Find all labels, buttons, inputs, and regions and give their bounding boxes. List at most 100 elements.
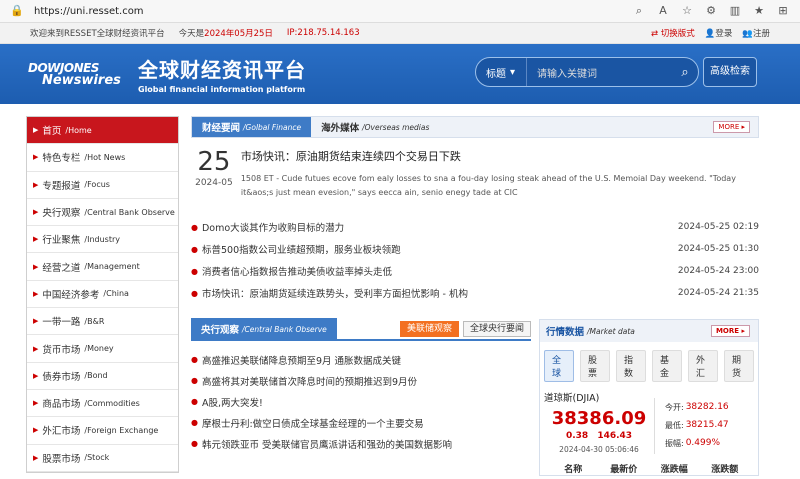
market-header: 行情数据/Market data MORE ▸ <box>540 320 758 342</box>
extensions-icon[interactable]: ⚙ <box>704 4 718 18</box>
register-link[interactable]: 👥注册 <box>742 27 770 39</box>
bullet-icon: ● <box>191 376 198 385</box>
chevron-down-icon: ▾ <box>510 66 516 78</box>
low-price: 最低: 38215.47 <box>665 420 729 430</box>
arrow-icon: ▶ <box>33 426 39 435</box>
sidebar-item-focus[interactable]: ▶ 专题报道/Focus <box>27 172 178 199</box>
advanced-search-button[interactable]: 高级检索 <box>703 57 757 87</box>
tab-overseas-media[interactable]: 海外媒体/Overseas medias <box>311 117 439 137</box>
sidebar-item-hot-news[interactable]: ▶ 特色专栏/Hot News <box>27 144 178 172</box>
sidebar-item-money[interactable]: ▶ 货币市场/Money <box>27 335 178 363</box>
favorites-bar-icon[interactable]: ★ <box>752 4 766 18</box>
arrow-icon: ▶ <box>33 208 39 217</box>
register-icon: 👥 <box>742 29 753 39</box>
split-screen-icon[interactable]: ▥ <box>728 4 742 18</box>
lock-icon[interactable]: 🔒 <box>10 4 24 18</box>
search-icon[interactable]: ⌕ <box>672 65 698 80</box>
arrow-icon: ▶ <box>33 371 39 380</box>
browser-bar: 🔒 https://uni.resset.com ⌕ A ☆ ⚙ ▥ ★ ⊞ <box>0 0 800 23</box>
list-item[interactable]: ● 市场快讯：原油期货延续连跌势头，受利率方面担忧影响 - 机构 2024-05-2… <box>191 282 759 304</box>
central-bank-panel: 央行观察/Central Bank Observe 美联储观察 全球央行要闻 ●… <box>191 318 531 454</box>
tab-central-bank[interactable]: 央行观察/Central Bank Observe <box>191 318 337 340</box>
arrow-icon: ▶ <box>33 262 39 271</box>
list-item[interactable]: ● 高盛推迟美联储降息预期至9月 通胀数据成关键 <box>191 349 531 370</box>
bullet-icon: ● <box>191 397 198 406</box>
list-item[interactable]: ● 高盛将其对美联储首次降息时间的预期推迟到9月份 <box>191 370 531 391</box>
list-item[interactable]: ● A股,两大突发! <box>191 391 531 412</box>
index-value: 38386.09 <box>551 408 647 429</box>
bullet-icon: ● <box>191 355 198 364</box>
sidebar-item-home[interactable]: ▶ 首页/Home <box>27 117 178 145</box>
sidebar-item-management[interactable]: ▶ 经营之道/Management <box>27 253 178 281</box>
bullet-icon: ● <box>191 244 198 254</box>
list-item[interactable]: ● Domo大谈其作为收购目标的潜力 2024-05-25 02:19 <box>191 216 759 238</box>
bullet-icon: ● <box>191 222 198 232</box>
login-link[interactable]: 👤登录 <box>705 27 733 39</box>
featured-article: 25 2024-05 市场快讯：原油期货结束连续四个交易日下跌 1508 ET … <box>191 148 759 200</box>
featured-date: 25 2024-05 <box>195 147 233 188</box>
featured-title[interactable]: 市场快讯：原油期货结束连续四个交易日下跌 <box>241 148 759 164</box>
sidebar-item-industry[interactable]: ▶ 行业聚焦/Industry <box>27 226 178 254</box>
user-icon: 👤 <box>704 29 716 39</box>
top-info-bar: 欢迎来到RESSET全球财经资讯平台 今天是2024年05月25日 IP:218… <box>0 23 800 44</box>
favorite-icon[interactable]: ☆ <box>680 4 694 18</box>
tab-stocks[interactable]: 股票 <box>580 350 610 382</box>
index-timestamp: 2024-04-30 05:06:46 <box>559 445 639 454</box>
tab-forex[interactable]: 外汇 <box>688 350 718 382</box>
list-item[interactable]: ● 消费者信心指数报告推动美债收益率掉头走低 2024-05-24 23:00 <box>191 260 759 282</box>
more-button[interactable]: MORE ▸ <box>710 325 750 337</box>
market-tabs: 全球 股票 指数 基金 外汇 期货 <box>540 342 758 382</box>
bullet-icon: ● <box>191 418 198 427</box>
dowjones-logo[interactable]: DOWJONES Newswires <box>28 62 132 87</box>
arrow-icon: ▶ <box>33 399 39 408</box>
sidebar-item-china[interactable]: ▶ 中国经济参考/China <box>27 281 178 309</box>
bullet-icon: ● <box>191 288 198 298</box>
search-input[interactable]: 请输入关键词 <box>526 58 672 86</box>
ip-text: IP:218.75.14.163 <box>286 28 360 38</box>
index-change: 0.38 146.43 <box>565 431 633 441</box>
amplitude: 振幅: 0.499% <box>665 438 721 448</box>
market-table-header: 名称 最新价 涨跌幅 涨跌额 <box>564 465 739 475</box>
list-item[interactable]: ● 韩元领跌亚币 受美联储官员鹰派讲话和强劲的美国数据影响 <box>191 433 531 454</box>
welcome-text: 欢迎来到RESSET全球财经资讯平台 <box>30 29 165 39</box>
zoom-icon[interactable]: ⌕ <box>632 4 646 18</box>
arrow-icon: ▶ <box>33 153 39 162</box>
arrow-icon: ▶ <box>33 235 39 244</box>
read-aloud-icon[interactable]: A <box>656 4 670 18</box>
cb-tabbar: 央行观察/Central Bank Observe 美联储观察 全球央行要闻 <box>191 318 531 341</box>
sidebar-item-central-bank[interactable]: ▶ 央行观察/Central Bank Observe <box>27 199 178 227</box>
tab-funds[interactable]: 基金 <box>652 350 682 382</box>
sidebar-nav: ▶ 首页/Home ▶ 特色专栏/Hot News ▶ 专题报道/Focus ▶ 央行观… <box>26 116 179 473</box>
tab-index[interactable]: 指数 <box>616 350 646 382</box>
sidebar-item-br[interactable]: ▶ 一带一路/B&R <box>27 308 178 336</box>
news-list: ● Domo大谈其作为收购目标的潜力 2024-05-25 02:19 ● 标普500… <box>191 216 759 304</box>
switch-layout-link[interactable]: ⇄ 切换版式 <box>651 27 695 39</box>
switch-icon: ⇄ <box>650 29 659 39</box>
cb-news-list: ● 高盛推迟美联储降息预期至9月 通胀数据成关键 ● 高盛将其对美联储首次降息时间的… <box>191 349 531 454</box>
date-text: 今天是2024年05月25日 <box>178 29 273 39</box>
bullet-icon: ● <box>191 266 198 276</box>
list-item[interactable]: ● 摩根士丹利:做空日债成全球基金经理的一个主要交易 <box>191 412 531 433</box>
address-bar[interactable]: https://uni.resset.com <box>34 6 622 17</box>
tab-global-finance[interactable]: 财经要闻/Golbal Finance <box>192 117 312 137</box>
market-data-panel: 行情数据/Market data MORE ▸ 全球 股票 指数 基金 外汇 期… <box>539 319 759 476</box>
arrow-icon: ▶ <box>33 180 39 189</box>
sidebar-item-forex[interactable]: ▶ 外汇市场/Foreign Exchange <box>27 417 178 445</box>
arrow-icon: ▶ <box>33 289 39 298</box>
tab-futures[interactable]: 期货 <box>724 350 754 382</box>
global-cb-news-button[interactable]: 全球央行要闻 <box>462 321 531 337</box>
sidebar-item-stock[interactable]: ▶ 股票市场/Stock <box>27 445 178 472</box>
open-price: 今开: 38282.16 <box>665 402 729 412</box>
sidebar-item-bond[interactable]: ▶ 债券市场/Bond <box>27 363 178 390</box>
collections-icon[interactable]: ⊞ <box>776 4 790 18</box>
search-field-select[interactable]: 标题 ▾ <box>476 65 526 80</box>
news-tabbar: 财经要闻/Golbal Finance 海外媒体/Overseas medias… <box>191 116 759 138</box>
arrow-icon: ▶ <box>33 453 39 462</box>
tab-global[interactable]: 全球 <box>544 350 574 382</box>
arrow-icon: ▶ <box>33 317 39 326</box>
fed-watch-button[interactable]: 美联储观察 <box>399 321 459 337</box>
arrow-icon: ▶ <box>33 126 39 135</box>
list-item[interactable]: ● 标普500指数公司业绩超预期，服务业板块领跑 2024-05-25 01:30 <box>191 238 759 260</box>
sidebar-item-commodities[interactable]: ▶ 商品市场/Commodities <box>27 390 178 418</box>
more-button[interactable]: MORE ▸ <box>713 121 750 133</box>
